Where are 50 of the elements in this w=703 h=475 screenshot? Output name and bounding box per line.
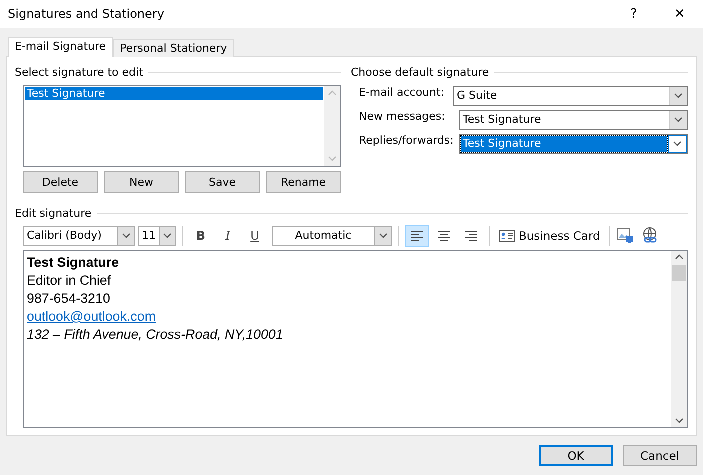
signature-dropdown[interactable]: G Suite — [453, 86, 688, 106]
signature-line: 132 – Fifth Avenue, Cross-Road, NY,10001 — [27, 326, 284, 344]
field-label: Replies/forwards: — [359, 134, 455, 147]
window-title: Signatures and Stationery — [8, 7, 166, 21]
group-label: Select signature to edit — [15, 66, 144, 79]
align-left-icon — [410, 230, 424, 242]
field-label: E-mail account: — [359, 86, 446, 99]
business-card-button[interactable]: Business Card — [496, 229, 604, 243]
picture-icon[interactable] — [616, 227, 634, 245]
bold-button[interactable]: B — [189, 225, 213, 247]
email-link[interactable]: outlook@outlook.com — [27, 308, 156, 326]
dialog-button[interactable]: OK — [539, 445, 613, 466]
underline-button[interactable]: U — [243, 225, 267, 247]
chevron-down-icon — [163, 233, 172, 239]
signature-dropdown[interactable]: Test Signature — [459, 110, 688, 130]
action-button[interactable]: Save — [185, 171, 260, 193]
help-button[interactable]: ? — [611, 6, 657, 22]
contact-card-icon — [499, 230, 515, 242]
tab[interactable]: E-mail Signature — [8, 37, 114, 57]
size-dropdown[interactable]: 11 — [138, 226, 176, 246]
field-label: New messages: — [359, 110, 446, 123]
chevron-down-icon — [674, 117, 683, 123]
align-center-icon — [438, 230, 450, 242]
signature-line: Editor in Chief — [27, 272, 112, 290]
action-button[interactable]: Delete — [23, 171, 98, 193]
group-label: Choose default signature — [351, 66, 490, 79]
scroll-up-icon[interactable] — [674, 254, 684, 260]
chevron-down-icon — [674, 93, 683, 99]
chevron-down-icon — [122, 233, 130, 239]
align-right-icon — [464, 230, 478, 242]
chevron-down-icon — [673, 141, 682, 147]
list-item[interactable]: Test Signature — [25, 87, 323, 100]
group-label: Edit signature — [15, 207, 92, 220]
dialog-button[interactable]: Cancel — [623, 445, 697, 466]
color-dropdown[interactable]: Automatic — [272, 226, 392, 246]
tab[interactable]: Personal Stationery — [113, 39, 234, 57]
italic-button[interactable]: I — [216, 225, 240, 247]
signature-line: Test Signature — [27, 254, 120, 272]
signature-list[interactable]: Test Signature — [23, 85, 341, 167]
chevron-down-icon — [378, 233, 388, 239]
signature-editor[interactable]: Test Signature Editor in Chief 987-654-3210 outlook@outlook.com 132 – Fifth Avenue, Cross-Road, NY,10001 — [23, 250, 688, 428]
signature-line: 987-654-3210 — [27, 290, 110, 308]
scrollbar-thumb[interactable] — [672, 265, 686, 281]
close-button[interactable]: ✕ — [657, 6, 703, 22]
font-dropdown[interactable]: Calibri (Body) — [23, 226, 135, 246]
action-button[interactable]: Rename — [266, 171, 341, 193]
align-button[interactable] — [405, 225, 429, 247]
signature-dropdown[interactable]: Test Signature — [459, 134, 688, 154]
action-button[interactable]: New — [104, 171, 179, 193]
scroll-down-icon[interactable] — [674, 418, 684, 424]
